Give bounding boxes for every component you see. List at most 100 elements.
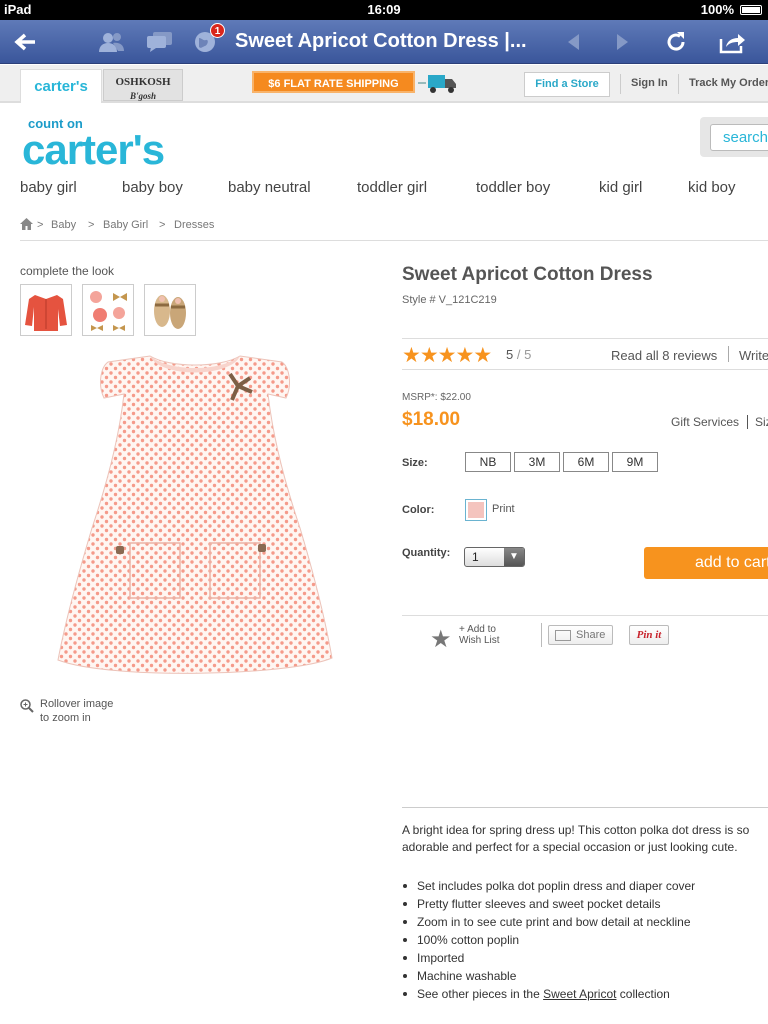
wishlist-line1: + Add to [459,624,496,635]
size-chart-link[interactable]: Size [755,415,768,429]
status-bar: iPad 16:09 100% [0,0,768,20]
chevron-down-icon: ▼ [504,548,524,566]
feature-list: Set includes polka dot poplin dress and … [402,877,768,1003]
divider [747,415,748,429]
list-item: See other pieces in the Sweet Apricot co… [402,985,768,1003]
rating-max: 5 [524,347,532,362]
star-icon: ★ [455,344,474,367]
battery-percent: 100% [700,2,734,17]
nav-kid-girl[interactable]: kid girl [599,179,642,196]
nav-baby-neutral[interactable]: baby neutral [228,179,311,196]
nav-toddler-girl[interactable]: toddler girl [357,179,427,196]
rating-stars: ★★★★★ [402,343,492,368]
globe-icon[interactable]: 1 [192,23,225,56]
messages-icon[interactable] [145,28,175,56]
divider [728,346,729,362]
read-reviews-link[interactable]: Read all 8 reviews [611,348,717,363]
list-item: Zoom in to see cute print and bow detail… [402,913,768,931]
share-icon[interactable] [717,28,747,56]
list-item: 100% cotton poplin [402,931,768,949]
thumb-sandals[interactable] [144,284,196,336]
write-review-link[interactable]: Write [739,348,768,363]
breadcrumb-separator: > [37,219,44,231]
oshkosh-logo-text: OSHKOSH [115,76,171,88]
complete-look-label: complete the look [20,264,115,278]
share-button[interactable]: Share [548,625,613,645]
home-icon[interactable] [20,218,33,233]
back-icon[interactable] [10,28,40,56]
find-store-button[interactable]: Find a Store [524,72,610,97]
clock: 16:09 [367,2,401,17]
battery-icon [740,4,762,15]
star-icon: ★ [473,344,492,367]
zoom-hint-line1: Rollover image [40,698,114,710]
list-item: Machine washable [402,967,768,985]
star-icon: ★ [402,344,421,367]
divider [620,74,621,94]
thumb-hair-clips[interactable] [82,284,134,336]
truck-icon [418,72,458,94]
tab-oshkosh[interactable]: OSHKOSH B'gosh [103,69,183,101]
friends-icon[interactable] [97,28,127,56]
search-input[interactable]: search [710,124,768,151]
track-order-link[interactable]: Track My Order [689,77,768,89]
divider [402,807,768,808]
mail-icon [555,630,571,641]
list-item: Imported [402,949,768,967]
star-icon: ★ [419,344,439,367]
collection-text-pre: See other pieces in the [417,987,544,1001]
zoom-hint-line2: to zoom in [40,712,91,724]
size-9m-button[interactable]: 9M [612,452,658,472]
rating-score: 5 [506,347,514,362]
breadcrumb-separator: > [88,219,95,231]
magnifier-icon [20,699,34,717]
brand-bar: carter's OSHKOSH B'gosh $6 FLAT RATE SHI… [0,65,768,103]
prev-icon[interactable] [562,28,584,56]
quantity-value: 1 [472,550,479,564]
star-icon: ★ [437,344,457,367]
divider [541,623,542,647]
product-image[interactable] [50,348,340,688]
nav-baby-boy[interactable]: baby boy [122,179,183,196]
quantity-select[interactable]: 1 ▼ [464,547,525,567]
wishlist-star-icon[interactable]: ★ [430,625,452,654]
sign-in-link[interactable]: Sign In [631,77,668,89]
search-area: search [700,117,768,157]
status-right: 100% [701,2,762,17]
shipping-banner[interactable]: $6 FLAT RATE SHIPPING [252,71,415,93]
nav-kid-boy[interactable]: kid boy [688,179,736,196]
color-swatch-print[interactable] [465,499,487,521]
breadcrumb-separator: > [159,219,166,231]
divider [20,240,768,241]
notification-badge: 1 [210,23,225,38]
tab-carters[interactable]: carter's [20,69,102,103]
color-name: Print [492,503,515,515]
collection-link[interactable]: Sweet Apricot [543,987,616,1001]
breadcrumb-baby[interactable]: Baby [51,219,76,231]
divider [402,615,768,616]
add-to-cart-button[interactable]: add to cart [644,547,768,579]
quantity-label: Quantity: [402,547,451,559]
browser-toolbar: 1 Sweet Apricot Cotton Dress |... [0,20,768,64]
nav-toddler-boy[interactable]: toddler boy [476,179,550,196]
size-6m-button[interactable]: 6M [563,452,609,472]
oshkosh-logo-sub: B'gosh [129,91,156,101]
share-label: Share [576,629,606,641]
gift-services-link[interactable]: Gift Services [671,415,739,429]
list-item: Set includes polka dot poplin dress and … [402,877,768,895]
reload-icon[interactable] [662,28,690,56]
size-3m-button[interactable]: 3M [514,452,560,472]
carters-logo[interactable]: count on carter's [22,116,165,171]
breadcrumb-baby-girl[interactable]: Baby Girl [103,219,148,231]
breadcrumb: > Baby > Baby Girl > Dresses [20,218,768,240]
pinterest-button[interactable]: Pin it [629,625,669,645]
size-nb-button[interactable]: NB [465,452,511,472]
next-icon[interactable] [612,28,634,56]
add-to-wishlist-link[interactable]: + Add to Wish List [459,624,500,646]
thumb-cardigan[interactable] [20,284,72,336]
nav-baby-girl[interactable]: baby girl [20,179,77,196]
rating-row: ★★★★★ 5 / 5 Read all 8 reviews Write [402,338,768,370]
size-label: Size: [402,457,428,469]
price: $18.00 [402,409,461,430]
breadcrumb-dresses[interactable]: Dresses [174,219,214,231]
